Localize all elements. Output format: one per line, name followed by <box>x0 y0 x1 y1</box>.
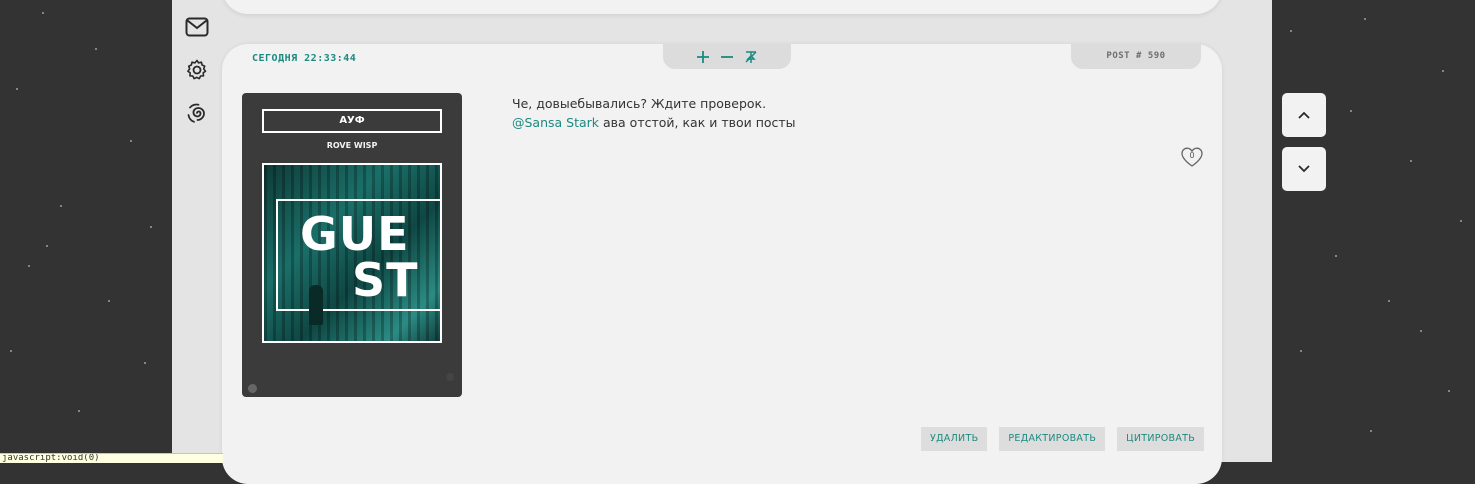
quote-button[interactable]: ЦИТИРОВАТЬ <box>1117 427 1205 451</box>
avatar: GUE ST <box>262 163 442 343</box>
minus-icon[interactable] <box>718 48 736 66</box>
author-nick[interactable]: АУФ <box>262 109 442 133</box>
gear-icon[interactable] <box>182 55 212 85</box>
sidebar-icons <box>182 12 212 141</box>
avatar-figure <box>309 285 323 325</box>
spiral-icon[interactable] <box>182 98 212 128</box>
like-count: 0 <box>1189 151 1195 160</box>
scroll-down-button[interactable] <box>1282 147 1326 191</box>
chevron-up-icon <box>1298 111 1310 119</box>
previous-post-card <box>222 0 1222 14</box>
author-rank: ROVE WISP <box>326 141 378 150</box>
profile-dot <box>446 373 454 381</box>
post-message: Че, довыебывались? Ждите проверок. @Sans… <box>512 94 1162 132</box>
avatar-text-line1: GUE <box>300 207 410 261</box>
message-line-2: @Sansa Stark ава отстой, как и твои пост… <box>512 113 1162 132</box>
like-button[interactable]: 0 <box>1180 146 1204 168</box>
unpin-icon[interactable] <box>742 48 760 66</box>
post-card: Сегодня 22:33:44 POST # 590 АУФ ROVE WIS… <box>222 44 1222 484</box>
delete-button[interactable]: УДАЛИТЬ <box>921 427 988 451</box>
post-date: Сегодня 22:33:44 <box>252 53 357 64</box>
chevron-down-icon <box>1298 165 1310 173</box>
user-mention-link[interactable]: @Sansa Stark <box>512 115 599 130</box>
edit-button[interactable]: РЕДАКТИРОВАТЬ <box>999 427 1106 451</box>
online-status-dot <box>248 384 257 393</box>
mail-icon[interactable] <box>182 12 212 42</box>
post-actions: УДАЛИТЬ РЕДАКТИРОВАТЬ ЦИТИРОВАТЬ <box>921 427 1205 451</box>
avatar-text-line2: ST <box>352 253 419 307</box>
message-line-2-text: ава отстой, как и твои посты <box>599 115 796 130</box>
post-number: POST # 590 <box>1071 44 1201 69</box>
plus-icon[interactable] <box>694 48 712 66</box>
scroll-up-button[interactable] <box>1282 93 1326 137</box>
message-line-1: Че, довыебывались? Ждите проверок. <box>512 96 767 111</box>
author-profile: АУФ ROVE WISP GUE ST <box>242 93 462 397</box>
post-controls <box>663 44 791 69</box>
